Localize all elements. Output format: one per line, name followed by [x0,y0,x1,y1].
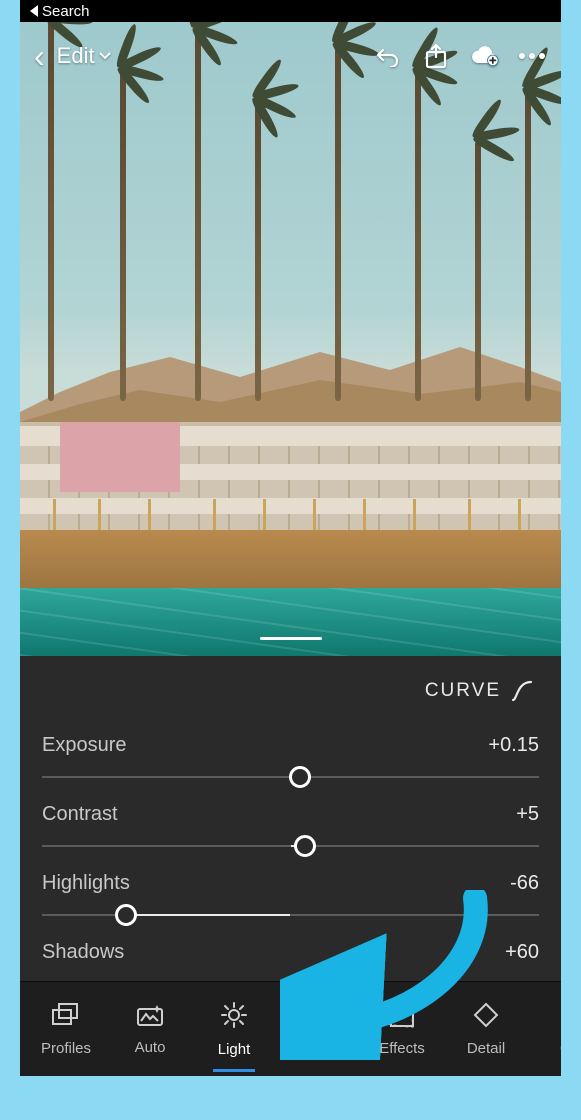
auto-icon [135,1003,165,1031]
back-triangle-icon [30,5,38,17]
share-button[interactable] [421,41,451,71]
slider-track[interactable] [42,905,539,925]
profiles-icon [51,1002,81,1032]
tab-detail[interactable]: Detail [444,1002,528,1057]
slider-track[interactable] [42,974,539,981]
tab-label: Detail [467,1040,505,1057]
tab-label: Profiles [41,1040,91,1057]
color-icon [304,1001,332,1033]
curve-label: CURVE [425,680,501,702]
bottom-tab-bar: Profiles Auto Light Color Effects Detail Ge [20,981,561,1076]
more-icon [518,52,546,60]
tab-profiles[interactable]: Profiles [24,1002,108,1057]
light-icon [220,1001,248,1033]
slider-highlights: Highlights -66 [42,872,539,925]
cloud-sync-button[interactable] [469,41,499,71]
top-nav: ‹ Edit [20,32,561,80]
ios-back-to-app[interactable]: Search [30,3,90,20]
cloud-add-icon [469,44,499,68]
tab-auto[interactable]: Auto [108,1003,192,1056]
curve-button[interactable]: CURVE [415,674,543,708]
tab-light[interactable]: Light [192,1001,276,1058]
more-button[interactable] [517,41,547,71]
photo-pool [20,588,561,656]
active-tab-underline [213,1069,255,1072]
slider-shadows: Shadows +60 [42,941,539,981]
slider-value: +5 [516,803,539,826]
tab-color[interactable]: Color [276,1001,360,1058]
ios-status-bar: Search [20,0,561,22]
edit-label: Edit [57,43,95,69]
slider-track[interactable] [42,767,539,787]
slider-label: Shadows [42,941,124,964]
ios-back-label: Search [42,3,90,20]
tab-ge[interactable]: Ge [528,1002,561,1057]
edit-menu[interactable]: Edit [57,43,111,69]
undo-button[interactable] [373,41,403,71]
tab-effects[interactable]: Effects [360,1002,444,1057]
photo-pink-building [60,422,180,492]
slider-contrast: Contrast +5 [42,803,539,856]
photo-preview[interactable]: ‹ Edit [20,22,561,656]
slider-value: -66 [510,872,539,895]
slider-label: Contrast [42,803,118,826]
slider-thumb[interactable] [294,835,316,857]
tab-label: Auto [135,1039,166,1056]
tab-label: Color [300,1041,336,1058]
photo-pool-deck [20,530,561,592]
light-sliders-panel: Exposure +0.15 Contrast +5 Highlights -66 Shad… [20,726,561,981]
tab-label: Light [218,1041,251,1058]
slider-track[interactable] [42,836,539,856]
tab-label: Ge [560,1040,561,1057]
tab-label: Effects [379,1040,425,1057]
slider-value: +0.15 [488,734,539,757]
slider-thumb[interactable] [429,973,451,981]
image-drag-handle[interactable] [260,637,322,640]
detail-icon [473,1002,499,1032]
curve-icon [511,680,533,702]
slider-exposure: Exposure +0.15 [42,734,539,787]
editor-app: ‹ Edit [20,22,561,1076]
slider-label: Exposure [42,734,127,757]
slider-value: +60 [505,941,539,964]
app-window: Search [20,0,561,1076]
curve-row: CURVE [20,656,561,726]
slider-label: Highlights [42,872,130,895]
slider-thumb[interactable] [115,904,137,926]
slider-thumb[interactable] [289,766,311,788]
chevron-down-icon [99,52,111,60]
effects-icon [389,1002,415,1032]
undo-icon [374,45,402,67]
share-icon [424,43,448,69]
back-button[interactable]: ‹ [34,38,45,75]
